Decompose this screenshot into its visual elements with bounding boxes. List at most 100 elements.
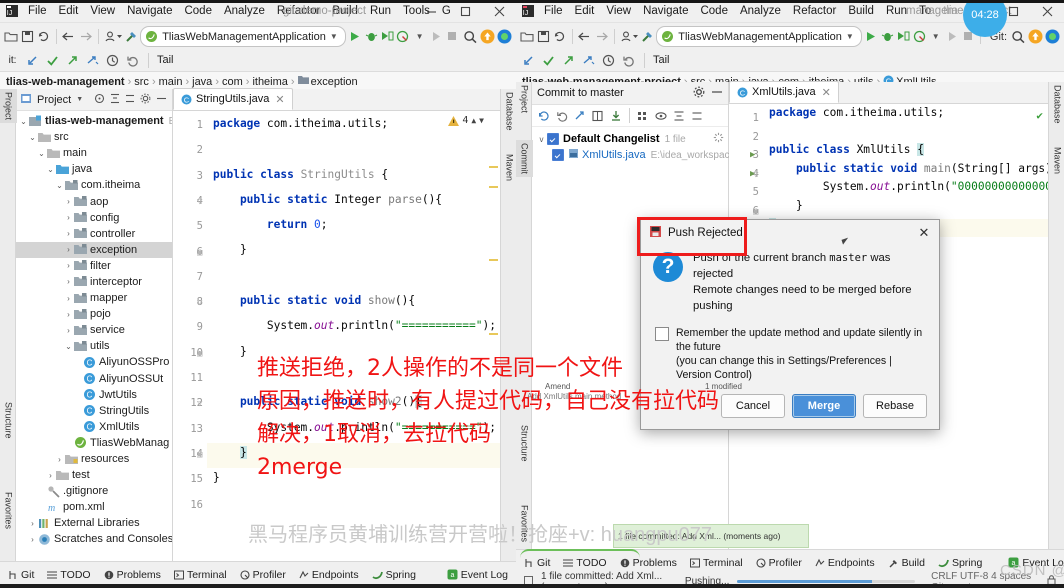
breadcrumb-item-6[interactable]: exception <box>311 76 358 88</box>
tree-node[interactable]: › pojo <box>16 306 172 322</box>
status-problems[interactable]: Problems <box>620 557 677 569</box>
tree-node[interactable]: ⌄ com.itheima <box>16 177 172 193</box>
tree-node[interactable]: ⌄ main <box>16 145 172 161</box>
chevron-right-icon[interactable]: › <box>45 471 56 480</box>
tool-tab-structure[interactable]: Structure <box>516 422 533 465</box>
chevron-down-icon[interactable]: ▼ <box>76 96 83 103</box>
menu-code[interactable]: Code <box>178 3 218 19</box>
chevron-right-icon[interactable]: › <box>63 245 74 254</box>
breadcrumb-item-4[interactable]: com <box>222 76 243 88</box>
changed-file-row[interactable]: XmlUtils.java E:\idea_workspace_v <box>532 147 746 163</box>
status-endpoints[interactable]: Endpoints <box>299 569 359 581</box>
ide-avatar-icon[interactable] <box>497 27 512 46</box>
close-icon[interactable]: ✕ <box>822 86 831 99</box>
update-project-icon[interactable] <box>24 52 41 69</box>
sync-icon[interactable] <box>552 27 566 46</box>
inspection-ok-icon[interactable]: ✔ <box>1036 109 1043 122</box>
tree-node[interactable]: › test <box>16 467 172 483</box>
menu-analyze[interactable]: Analyze <box>734 3 787 19</box>
debug-icon[interactable] <box>880 27 894 46</box>
search-icon[interactable] <box>1011 27 1026 46</box>
sync-icon[interactable] <box>36 27 50 46</box>
close-icon[interactable] <box>1030 0 1064 22</box>
minimize-icon[interactable] <box>414 0 448 22</box>
update-badge-icon[interactable] <box>1028 27 1043 46</box>
refresh-icon[interactable] <box>536 108 552 124</box>
close-icon[interactable]: ✕ <box>275 93 284 106</box>
commit-icon[interactable] <box>540 52 557 69</box>
status-event-log[interactable]: aEvent Log <box>447 569 508 581</box>
chevron-down-icon[interactable]: ▼ <box>929 27 943 46</box>
stop-icon[interactable] <box>445 27 459 46</box>
status-todo[interactable]: TODO <box>563 557 607 569</box>
expand-all-icon[interactable] <box>110 93 120 107</box>
menu-code[interactable]: Code <box>694 3 734 19</box>
inspection-warning-indicator[interactable]: 4 ▲ ▼ <box>448 115 484 126</box>
fold-expand-icon[interactable]: ▽ <box>753 170 758 180</box>
editor-tab-xmlutils[interactable]: C XmlUtils.java ✕ <box>729 81 839 103</box>
forward-arrow-icon[interactable] <box>78 27 93 46</box>
tree-node[interactable]: C AliyunOSSPro <box>16 354 172 370</box>
tool-tab-project[interactable]: Project <box>516 82 533 116</box>
history-icon[interactable] <box>104 52 121 69</box>
tool-tab-database[interactable]: Database <box>1049 82 1064 127</box>
menu-edit[interactable]: Edit <box>569 3 601 19</box>
tree-node[interactable]: .gitignore <box>16 483 172 499</box>
fold-expand-icon[interactable]: ▽ <box>197 197 202 207</box>
tree-node[interactable]: ⌄ src <box>16 129 172 145</box>
breadcrumb-item-0[interactable]: tlias-web-management <box>6 76 125 88</box>
maximize-icon[interactable] <box>448 0 482 22</box>
hide-panel-icon[interactable] <box>156 93 167 107</box>
fold-expand-icon[interactable]: ▽ <box>197 298 202 308</box>
close-icon[interactable] <box>482 0 516 22</box>
cancel-button[interactable]: Cancel <box>721 394 785 418</box>
download-icon[interactable] <box>608 108 624 124</box>
editor-tab-stringutils[interactable]: C StringUtils.java ✕ <box>173 88 293 110</box>
fold-collapse-icon[interactable]: ▣ <box>197 248 202 258</box>
tree-node[interactable]: ⌄ tlias-web-management E:\idea_w <box>16 113 172 129</box>
status-terminal[interactable]: Terminal <box>689 557 743 569</box>
breadcrumb-item-2[interactable]: main <box>159 76 183 88</box>
chevron-down-icon[interactable]: ⌄ <box>54 181 65 190</box>
run-with-coverage-icon[interactable] <box>380 27 394 46</box>
tree-node[interactable]: › aop <box>16 193 172 209</box>
fold-expand-icon[interactable]: ▽ <box>197 399 202 409</box>
file-checkbox[interactable] <box>552 149 564 161</box>
status-endpoints[interactable]: Endpoints <box>815 557 875 569</box>
tree-node[interactable]: C JwtUtils <box>16 387 172 403</box>
status-problems[interactable]: Problems <box>104 569 161 581</box>
shelve-icon[interactable] <box>580 52 597 69</box>
shelve-icon[interactable] <box>84 52 101 69</box>
status-spring[interactable]: Spring <box>372 569 416 581</box>
changelist-checkbox[interactable] <box>547 133 559 145</box>
breadcrumb-item-1[interactable]: src <box>134 76 149 88</box>
status-spring[interactable]: Spring <box>938 557 982 569</box>
vcs-update-icon[interactable] <box>620 27 639 46</box>
hide-panel-icon[interactable] <box>711 86 723 101</box>
status-terminal[interactable]: Terminal <box>173 569 227 581</box>
close-icon[interactable]: ✕ <box>915 224 933 242</box>
menu-file[interactable]: File <box>22 3 53 19</box>
chevron-right-icon[interactable]: › <box>63 213 74 222</box>
status-build[interactable]: Build <box>888 557 925 569</box>
rebase-button[interactable]: Rebase <box>863 394 927 418</box>
preview-icon[interactable] <box>653 108 669 124</box>
expand-all-icon[interactable] <box>671 108 687 124</box>
vcs-update-icon[interactable] <box>104 27 123 46</box>
tool-tab-favorites[interactable]: Favorites <box>0 489 17 532</box>
fold-collapse-icon[interactable]: ▣ <box>753 207 758 217</box>
tree-node[interactable]: C XmlUtils <box>16 419 172 435</box>
chevron-down-icon[interactable]: ▼ <box>330 32 338 41</box>
open-folder-icon[interactable] <box>4 27 18 46</box>
diff-icon[interactable] <box>590 108 606 124</box>
build-hammer-icon[interactable] <box>640 27 654 46</box>
locate-icon[interactable] <box>94 93 105 107</box>
menu-file[interactable]: File <box>538 3 569 19</box>
tree-node[interactable]: › controller <box>16 226 172 242</box>
menu-view[interactable]: View <box>600 3 637 19</box>
chevron-right-icon[interactable]: › <box>63 261 74 270</box>
tree-node[interactable]: › Scratches and Consoles <box>16 531 172 547</box>
back-arrow-icon[interactable] <box>61 27 76 46</box>
remember-option-row[interactable]: Remember the update method and update si… <box>641 314 939 382</box>
profile-icon[interactable] <box>912 27 926 46</box>
